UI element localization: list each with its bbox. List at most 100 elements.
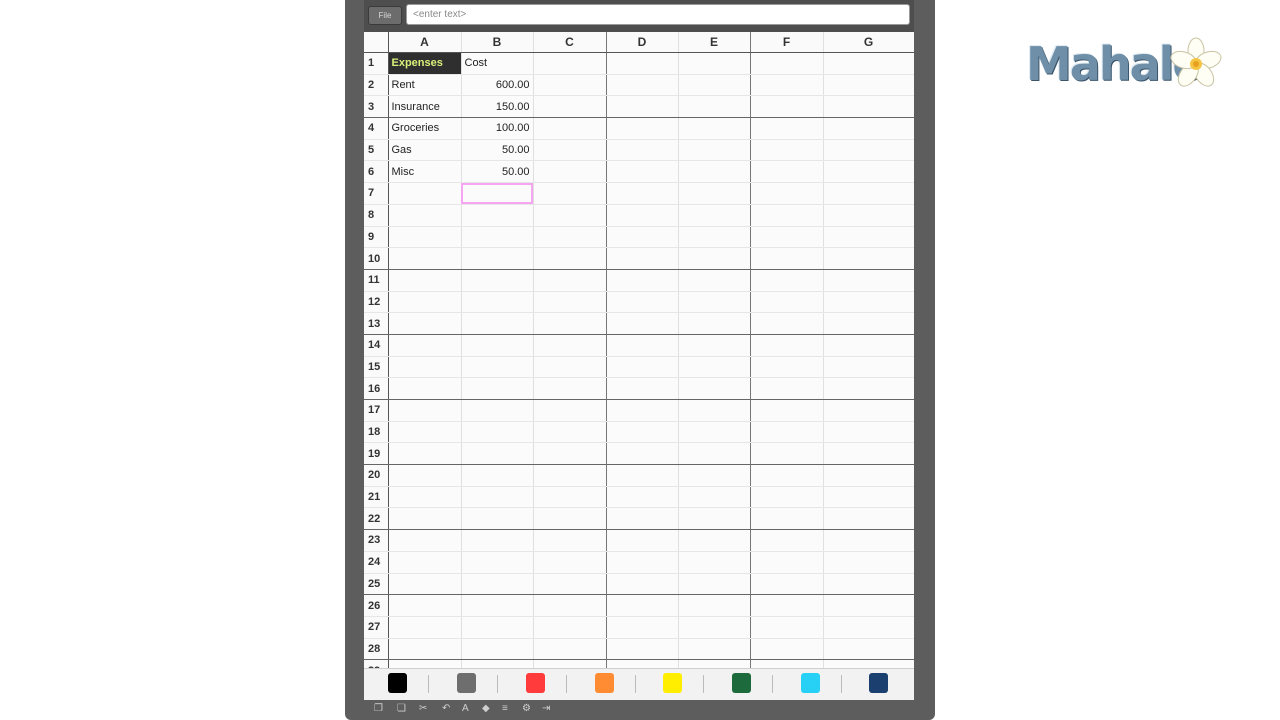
cell-f-7[interactable] — [750, 182, 824, 205]
cell-e-18[interactable] — [678, 421, 751, 444]
cell-e-29[interactable] — [678, 659, 751, 668]
cell-b-29[interactable] — [461, 659, 534, 668]
cell-g-29[interactable] — [823, 659, 914, 668]
cell-c-26[interactable] — [533, 594, 607, 617]
paste-icon[interactable]: ❏ — [397, 703, 407, 715]
cell-e-6[interactable] — [678, 160, 751, 184]
cell-b-17[interactable] — [461, 399, 534, 422]
cell-f-3[interactable] — [750, 95, 824, 119]
cell-f-24[interactable] — [750, 551, 824, 574]
row-header[interactable]: 27 — [364, 616, 389, 639]
color-swatch-orange[interactable] — [595, 673, 614, 693]
cell-a-26[interactable] — [388, 594, 462, 617]
row-header[interactable]: 23 — [364, 529, 389, 552]
cell-f-25[interactable] — [750, 573, 824, 596]
cell-g-14[interactable] — [823, 334, 914, 357]
cell-d-11[interactable] — [606, 269, 679, 292]
cell-e-24[interactable] — [678, 551, 751, 574]
cell-e-21[interactable] — [678, 486, 751, 509]
cell-e-5[interactable] — [678, 139, 751, 162]
color-swatch-dark-green[interactable] — [732, 673, 751, 693]
cell-d-15[interactable] — [606, 356, 679, 379]
cell-c-28[interactable] — [533, 638, 607, 661]
cell-a-8[interactable] — [388, 204, 462, 227]
cell-d-6[interactable] — [606, 160, 679, 184]
cell-d-16[interactable] — [606, 377, 679, 400]
cell-d-9[interactable] — [606, 226, 679, 249]
row-header[interactable]: 12 — [364, 291, 389, 314]
cell-c-18[interactable] — [533, 421, 607, 444]
column-header-a[interactable]: A — [388, 32, 462, 53]
cell-a-21[interactable] — [388, 486, 462, 509]
cell-g-25[interactable] — [823, 573, 914, 596]
cell-f-18[interactable] — [750, 421, 824, 444]
cell-b-19[interactable] — [461, 442, 534, 466]
cell-b-22[interactable] — [461, 507, 534, 531]
row-header[interactable]: 28 — [364, 638, 389, 661]
cell-a-16[interactable] — [388, 377, 462, 400]
cell-f-2[interactable] — [750, 74, 824, 97]
cell-a-13[interactable] — [388, 312, 462, 335]
row-header[interactable]: 5 — [364, 139, 389, 162]
row-header[interactable]: 13 — [364, 312, 389, 335]
cell-e-4[interactable] — [678, 117, 751, 140]
cell-e-12[interactable] — [678, 291, 751, 314]
cell-g-4[interactable] — [823, 117, 914, 140]
cell-d-14[interactable] — [606, 334, 679, 357]
cell-g-27[interactable] — [823, 616, 914, 639]
cell-d-26[interactable] — [606, 594, 679, 617]
cell-d-22[interactable] — [606, 507, 679, 531]
cell-a-19[interactable] — [388, 442, 462, 466]
cell-e-23[interactable] — [678, 529, 751, 552]
formula-input[interactable] — [406, 4, 910, 25]
cell-a-18[interactable] — [388, 421, 462, 444]
cell-c-4[interactable] — [533, 117, 607, 140]
cell-b-11[interactable] — [461, 269, 534, 292]
cell-b-26[interactable] — [461, 594, 534, 617]
cell-e-15[interactable] — [678, 356, 751, 379]
color-swatch-black[interactable] — [388, 673, 407, 693]
cell-f-5[interactable] — [750, 139, 824, 162]
cell-d-5[interactable] — [606, 139, 679, 162]
cell-g-21[interactable] — [823, 486, 914, 509]
cell-b-21[interactable] — [461, 486, 534, 509]
row-header[interactable]: 17 — [364, 399, 389, 422]
cell-g-7[interactable] — [823, 182, 914, 205]
cell-b-13[interactable] — [461, 312, 534, 335]
cell-g-10[interactable] — [823, 247, 914, 270]
cell-d-27[interactable] — [606, 616, 679, 639]
cell-b-10[interactable] — [461, 247, 534, 270]
cell-a-29[interactable] — [388, 659, 462, 668]
row-header[interactable]: 2 — [364, 74, 389, 97]
cell-f-13[interactable] — [750, 312, 824, 335]
cell-f-22[interactable] — [750, 507, 824, 531]
row-header[interactable]: 26 — [364, 594, 389, 617]
cell-f-1[interactable] — [750, 52, 824, 75]
cell-b-25[interactable] — [461, 573, 534, 596]
cell-c-22[interactable] — [533, 507, 607, 531]
cell-g-22[interactable] — [823, 507, 914, 531]
cell-b-1[interactable]: Cost — [461, 52, 534, 75]
cell-d-3[interactable] — [606, 95, 679, 119]
column-header-g[interactable]: G — [823, 32, 914, 53]
cell-g-24[interactable] — [823, 551, 914, 574]
cell-d-19[interactable] — [606, 442, 679, 466]
cell-a-17[interactable] — [388, 399, 462, 422]
cell-g-8[interactable] — [823, 204, 914, 227]
cell-a-7[interactable] — [388, 182, 462, 205]
cell-a-5[interactable]: Gas — [388, 139, 462, 162]
row-header[interactable]: 22 — [364, 507, 389, 531]
cell-a-15[interactable] — [388, 356, 462, 379]
cell-b-27[interactable] — [461, 616, 534, 639]
text-color-icon[interactable]: A — [462, 703, 472, 715]
cell-f-10[interactable] — [750, 247, 824, 270]
row-header[interactable]: 6 — [364, 160, 389, 184]
cell-b-5[interactable]: 50.00 — [461, 139, 534, 162]
cell-g-1[interactable] — [823, 52, 914, 75]
row-header[interactable]: 21 — [364, 486, 389, 509]
cell-a-24[interactable] — [388, 551, 462, 574]
row-header[interactable]: 8 — [364, 204, 389, 227]
cell-b-4[interactable]: 100.00 — [461, 117, 534, 140]
cell-f-4[interactable] — [750, 117, 824, 140]
corner-cell[interactable] — [364, 32, 389, 53]
